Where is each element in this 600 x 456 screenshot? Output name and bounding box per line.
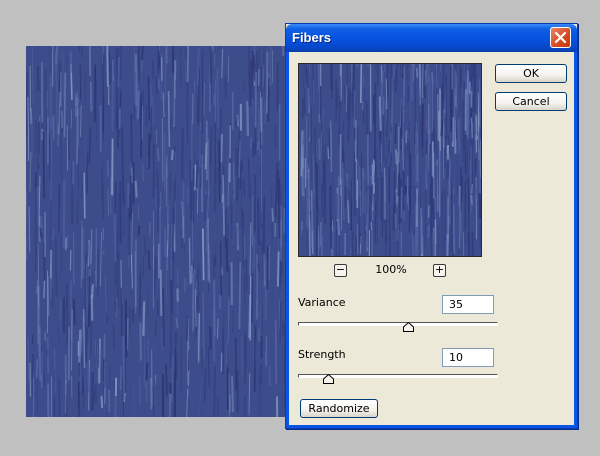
randomize-button[interactable]: Randomize (300, 399, 378, 418)
preview-window[interactable] (298, 63, 482, 257)
preview-fibers-texture (299, 64, 481, 256)
zoom-level: 100% (375, 263, 407, 276)
document-canvas (26, 46, 288, 417)
zoom-out-button[interactable]: − (334, 264, 347, 277)
fibers-texture (26, 46, 288, 417)
dialog-titlebar[interactable]: Fibers (286, 24, 577, 52)
strength-label: Strength (298, 348, 346, 361)
variance-input[interactable]: 35 (442, 295, 494, 314)
zoom-in-button[interactable]: + (433, 264, 446, 277)
variance-label: Variance (298, 296, 346, 309)
ok-button[interactable]: OK (495, 64, 567, 83)
dialog-title: Fibers (292, 30, 332, 45)
dialog-bottom-border (286, 425, 577, 428)
cancel-button[interactable]: Cancel (495, 92, 567, 111)
strength-slider-thumb[interactable] (322, 374, 334, 384)
close-button[interactable] (550, 27, 571, 48)
fibers-dialog: Fibers OK Cancel − 100% + Variance 35 St… (285, 23, 578, 429)
variance-slider-track[interactable] (298, 322, 498, 326)
plus-icon: + (434, 263, 445, 276)
close-x-icon (554, 31, 567, 44)
minus-icon: − (335, 263, 346, 276)
variance-slider-thumb[interactable] (402, 322, 414, 332)
strength-input[interactable]: 10 (442, 348, 494, 367)
